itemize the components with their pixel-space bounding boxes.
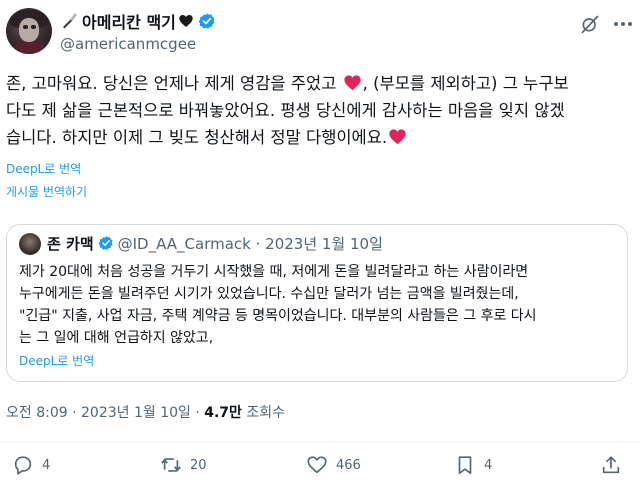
like-button[interactable]: 466 — [306, 452, 361, 478]
tweet-timestamp[interactable]: 오전 8:09 · 2023년 1월 10일 · — [6, 405, 204, 421]
tweet-line: 다도 제 삶을 근본적으로 바꿔놓았어요. 평생 당신에게 감사하는 마음을 잊… — [6, 97, 626, 124]
retweet-button[interactable]: 20 — [160, 452, 207, 478]
tweet-text-segment: 존, 고마워요. 당신은 언제나 제게 영감을 주었고 — [6, 74, 342, 93]
verified-badge-icon[interactable] — [198, 12, 216, 30]
author-display-name[interactable]: 아메리칸 맥기 — [82, 9, 176, 33]
black-heart-icon — [179, 15, 193, 27]
author-handle[interactable]: @americanmcgee — [60, 35, 196, 53]
like-count: 466 — [336, 457, 361, 473]
grok-icon[interactable] — [580, 14, 600, 34]
views-count: 4.7만 — [204, 405, 242, 421]
reply-button[interactable]: 4 — [12, 452, 50, 478]
quoted-tweet-card[interactable]: 존 카맥 @ID_AA_Carmack · 2023년 1월 10일 제가 20… — [6, 224, 628, 382]
quoted-author-row: 존 카맥 @ID_AA_Carmack · 2023년 1월 10일 — [47, 232, 383, 254]
bookmark-count: 4 — [484, 457, 493, 473]
reply-icon — [14, 456, 32, 475]
retweet-count: 20 — [190, 457, 207, 473]
quoted-deepl-translate-link[interactable]: DeepL로 번역 — [19, 352, 94, 369]
tweet-text: 존, 고마워요. 당신은 언제나 제게 영감을 주었고 , (부모를 제외하고)… — [6, 70, 626, 151]
quoted-line: 제가 20대에 처음 성공을 거두기 시작했을 때, 저에게 돈을 빌려달라고 … — [19, 264, 529, 280]
quoted-line: "긴급" 지출, 사업 자금, 주택 계약금 등 명목이었습니다. 대부분의 사… — [19, 308, 537, 324]
author-avatar[interactable] — [6, 8, 52, 54]
like-heart-icon — [307, 456, 327, 474]
knife-icon — [63, 13, 77, 29]
quoted-line: 누구에게든 돈을 빌려주던 시기가 있었습니다. 수십만 달러가 넘는 금액을 … — [19, 286, 519, 302]
author-name-row[interactable]: 아메리칸 맥기 — [60, 10, 216, 32]
quoted-author-avatar — [19, 233, 41, 255]
quoted-tweet-text: 제가 20대에 처음 성공을 거두기 시작했을 때, 저에게 돈을 빌려달라고 … — [19, 261, 623, 349]
bookmark-button[interactable]: 4 — [454, 452, 492, 478]
deepl-translate-link[interactable]: DeepL로 번역 — [6, 160, 81, 177]
retweet-icon — [161, 458, 181, 472]
tweet-meta: 오전 8:09 · 2023년 1월 10일 · 4.7만 조회수 — [6, 402, 285, 422]
quoted-line: 는 그 일에 대해 언급하지 않았고, — [19, 330, 214, 346]
tweet-text-segment: 다도 제 삶을 근본적으로 바꿔놓았어요. 평생 당신에게 감사하는 마음을 잊… — [6, 101, 565, 120]
action-bar: 4 20 466 4 — [0, 452, 640, 478]
divider — [0, 441, 640, 442]
tweet-line: 습니다. 하지만 이제 그 빚도 청산해서 정말 다행이에요. — [6, 124, 626, 151]
share-icon — [602, 456, 620, 474]
reply-count: 4 — [42, 457, 51, 473]
tweet-text-segment: 습니다. 하지만 이제 그 빚도 청산해서 정말 다행이에요. — [6, 128, 388, 147]
translate-post-link[interactable]: 게시물 번역하기 — [6, 183, 87, 200]
bookmark-icon — [458, 456, 472, 475]
share-button[interactable] — [600, 452, 622, 478]
red-heart-emoji-icon — [389, 129, 406, 145]
red-heart-emoji-icon — [344, 75, 361, 91]
more-options-icon[interactable] — [614, 22, 634, 28]
verified-badge-icon — [98, 236, 113, 250]
tweet-text-segment: , (부모를 제외하고) 그 누구보 — [362, 74, 569, 93]
views-label: 조회수 — [241, 405, 286, 421]
quoted-author-name: 존 카맥 — [47, 234, 94, 253]
tweet-header: 아메리칸 맥기 @americanmcgee — [0, 0, 640, 64]
tweet-line: 존, 고마워요. 당신은 언제나 제게 영감을 주었고 , (부모를 제외하고)… — [6, 70, 626, 97]
quoted-handle-date: @ID_AA_Carmack · 2023년 1월 10일 — [117, 234, 383, 253]
